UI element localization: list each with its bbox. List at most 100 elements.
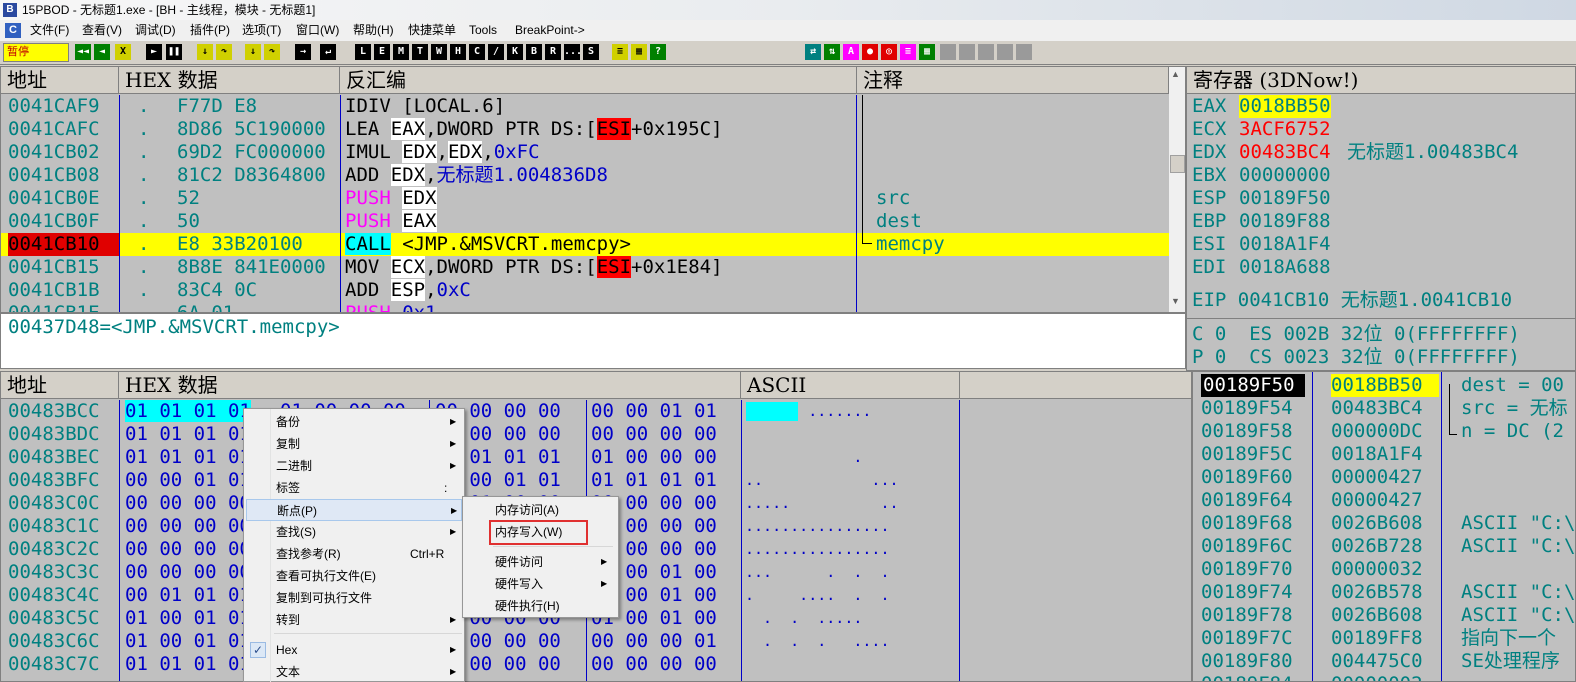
register-value[interactable]: 0018BB50	[1239, 95, 1331, 118]
dump-bytes[interactable]: 00 00 01 01	[591, 400, 741, 423]
stack-row[interactable]: 00189F5C 0018A1F4	[1193, 443, 1575, 466]
disasm-row[interactable]: 0041CB02. 69D2 FC000000 IMUL EDX,EDX,0xFC	[1, 141, 1169, 164]
register-row[interactable]: ECX 3ACF6752	[1187, 118, 1575, 141]
register-value[interactable]: 0018A688	[1239, 256, 1331, 279]
dump-ascii[interactable]: . . . ....	[745, 630, 957, 653]
lines-icon[interactable]: ≡	[900, 44, 916, 60]
run-trace-button[interactable]: ...	[564, 44, 582, 60]
context-menu-item[interactable]: 查找参考(R) Ctrl+R	[246, 543, 462, 565]
submenu-item[interactable]: 硬件写入 ▶	[465, 573, 616, 595]
disasm-scrollbar[interactable]: ▲ ▼	[1169, 67, 1185, 312]
stack-pane[interactable]: 00189F50 0018BB50 dest = 00 00189F54 00483BC…	[1192, 371, 1576, 682]
registers-header[interactable]: 寄存器 (3DNow!)	[1187, 67, 1575, 94]
memory-map-button[interactable]: M	[393, 44, 409, 60]
disasm-row[interactable]: 0041CAFC. 8D86 5C190000 LEA EAX,DWORD PTR …	[1, 118, 1169, 141]
goto-icon[interactable]: ↵	[320, 44, 336, 60]
register-value[interactable]: 00189F50	[1239, 187, 1331, 210]
dump-header-ascii[interactable]: ASCII	[741, 372, 960, 399]
register-value[interactable]: 0018A1F4	[1239, 233, 1331, 256]
submenu-item[interactable]: 硬件访问 ▶	[465, 551, 616, 573]
submenu-item[interactable]: 硬件执行(H)	[465, 595, 616, 617]
grid-icon[interactable]: ▦	[631, 44, 647, 60]
context-menu-item[interactable]: 查看可执行文件(E)	[246, 565, 462, 587]
flag-line-p[interactable]: P 0 CS 0023 32位 0(FFFFFFFF)	[1192, 346, 1575, 369]
register-value[interactable]: 3ACF6752	[1239, 118, 1331, 141]
header-hex[interactable]: HEX 数据	[119, 67, 340, 94]
context-menu-item[interactable]: 二进制 ▶	[246, 455, 462, 477]
disasm-row[interactable]: 0041CB0F. 50 PUSH EAX dest	[1, 210, 1169, 233]
dump-row[interactable]: 00483BEC01 01 01 0101 01 01 0101 01 01 0…	[1, 446, 1191, 469]
context-menu-item[interactable]: 断点(P) ▶	[246, 499, 462, 521]
table-icon[interactable]: ▦	[919, 44, 935, 60]
register-value[interactable]: 00483BC4	[1239, 141, 1331, 164]
call-stack-button[interactable]: K	[507, 44, 523, 60]
info-pane[interactable]: 00437D48=<JMP.&MSVCRT.memcpy>	[0, 313, 1186, 369]
cpu-button[interactable]: C	[469, 44, 485, 60]
disasm-row[interactable]: 0041CB1E. 6A 01 PUSH 0x1	[1, 302, 1169, 312]
layout5-icon[interactable]	[1016, 44, 1032, 60]
close-icon[interactable]: X	[115, 44, 131, 60]
swap-icon[interactable]: ⇄	[805, 44, 821, 60]
header-address[interactable]: 地址	[1, 67, 119, 94]
header-comment[interactable]: 注释	[857, 67, 1169, 94]
patches-button[interactable]: /	[488, 44, 504, 60]
dump-ascii[interactable]: ................	[745, 538, 957, 561]
disasm-row[interactable]: 0041CB0E. 52 PUSH EDX src	[1, 187, 1169, 210]
log-window-button[interactable]: L	[355, 44, 371, 60]
stack-row[interactable]: 00189F74 0026B578 ASCII "C:\	[1193, 581, 1575, 604]
scroll-down-icon[interactable]: ▼	[1171, 296, 1180, 306]
executable-modules-button[interactable]: E	[374, 44, 390, 60]
disasm-row[interactable]: 0041CB08. 81C2 D8364800 ADD EDX,无标题1.00483…	[1, 164, 1169, 187]
dump-header-hex[interactable]: HEX 数据	[119, 372, 741, 399]
stack-row[interactable]: 00189F50 0018BB50 dest = 00	[1193, 374, 1575, 397]
dump-bytes[interactable]: 01 01 01 01	[591, 469, 741, 492]
step-over-icon[interactable]: ↷	[216, 44, 232, 60]
menu-quick[interactable]: 快捷菜单	[406, 20, 458, 41]
dump-row[interactable]: 00483BDC01 01 01 0101 01 01 0100 00 00 0…	[1, 423, 1191, 446]
eip-line[interactable]: EIP 0041CB10 无标题1.0041CB10	[1192, 289, 1575, 312]
windows-button[interactable]: W	[431, 44, 447, 60]
dump-bytes[interactable]: 00 00 00 01	[591, 630, 741, 653]
register-row[interactable]: ESP 00189F50	[1187, 187, 1575, 210]
target-icon[interactable]: ◎	[881, 44, 897, 60]
disasm-row[interactable]: 0041CB10. E8 33B20100 CALL <JMP.&MSVCRT.me…	[1, 233, 1169, 256]
register-row[interactable]: EDI 0018A688	[1187, 256, 1575, 279]
source-button[interactable]: S	[583, 44, 599, 60]
breakpoints-button[interactable]: B	[526, 44, 542, 60]
stack-row[interactable]: 00189F60 00000427	[1193, 466, 1575, 489]
stack-row[interactable]: 00189F70 00000032	[1193, 558, 1575, 581]
record-icon[interactable]: ●	[862, 44, 878, 60]
register-row[interactable]: ESI 0018A1F4	[1187, 233, 1575, 256]
threads-button[interactable]: T	[412, 44, 428, 60]
stack-row[interactable]: 00189F84 00000002	[1193, 673, 1575, 681]
context-menu-item[interactable]: 复制 ▶	[246, 433, 462, 455]
sort-icon[interactable]: ⇅	[824, 44, 840, 60]
disasm-row[interactable]: 0041CB15. 8B8E 841E0000 MOV ECX,DWORD PTR …	[1, 256, 1169, 279]
register-row[interactable]: EAX 0018BB50	[1187, 95, 1575, 118]
run-icon[interactable]: ►	[146, 44, 162, 60]
dump-row[interactable]: 00483C7C01 01 01 0101 01 01 0101 00 00 0…	[1, 653, 1191, 676]
register-row[interactable]: EDX 00483BC4 无标题1.00483BC4	[1187, 141, 1575, 164]
dump-ascii[interactable]	[745, 423, 957, 446]
menu-file[interactable]: 文件(F)	[28, 20, 71, 41]
scroll-thumb[interactable]	[1170, 155, 1185, 173]
menu-breakpoint[interactable]: BreakPoint->	[513, 20, 587, 41]
stack-row[interactable]: 00189F7C 00189FF8 指向下一个	[1193, 627, 1575, 650]
app-menu-icon[interactable]: C	[5, 23, 21, 38]
layout3-icon[interactable]	[978, 44, 994, 60]
register-row[interactable]: EBX 00000000	[1187, 164, 1575, 187]
layout4-icon[interactable]	[997, 44, 1013, 60]
context-menu-item[interactable]: 复制到可执行文件	[246, 587, 462, 609]
back-icon[interactable]: ◄	[94, 44, 110, 60]
list-icon[interactable]: ≡	[612, 44, 628, 60]
trace-into-icon[interactable]: ↓	[245, 44, 261, 60]
selected-bytes[interactable]: 01 01 01 01	[125, 400, 251, 422]
registers-pane[interactable]: 寄存器 (3DNow!) EAX 0018BB50 ECX 3ACF6752 EDX 00…	[1186, 66, 1576, 371]
dump-ascii[interactable]: .......	[745, 400, 957, 423]
help-icon[interactable]: ?	[650, 44, 666, 60]
menu-debug[interactable]: 调试(D)	[133, 20, 178, 41]
flag-line-c[interactable]: C 0 ES 002B 32位 0(FFFFFFFF)	[1192, 323, 1575, 346]
ascii-icon[interactable]: A	[843, 44, 859, 60]
dump-header-address[interactable]: 地址	[1, 372, 119, 399]
stack-row[interactable]: 00189F68 0026B608 ASCII "C:\	[1193, 512, 1575, 535]
